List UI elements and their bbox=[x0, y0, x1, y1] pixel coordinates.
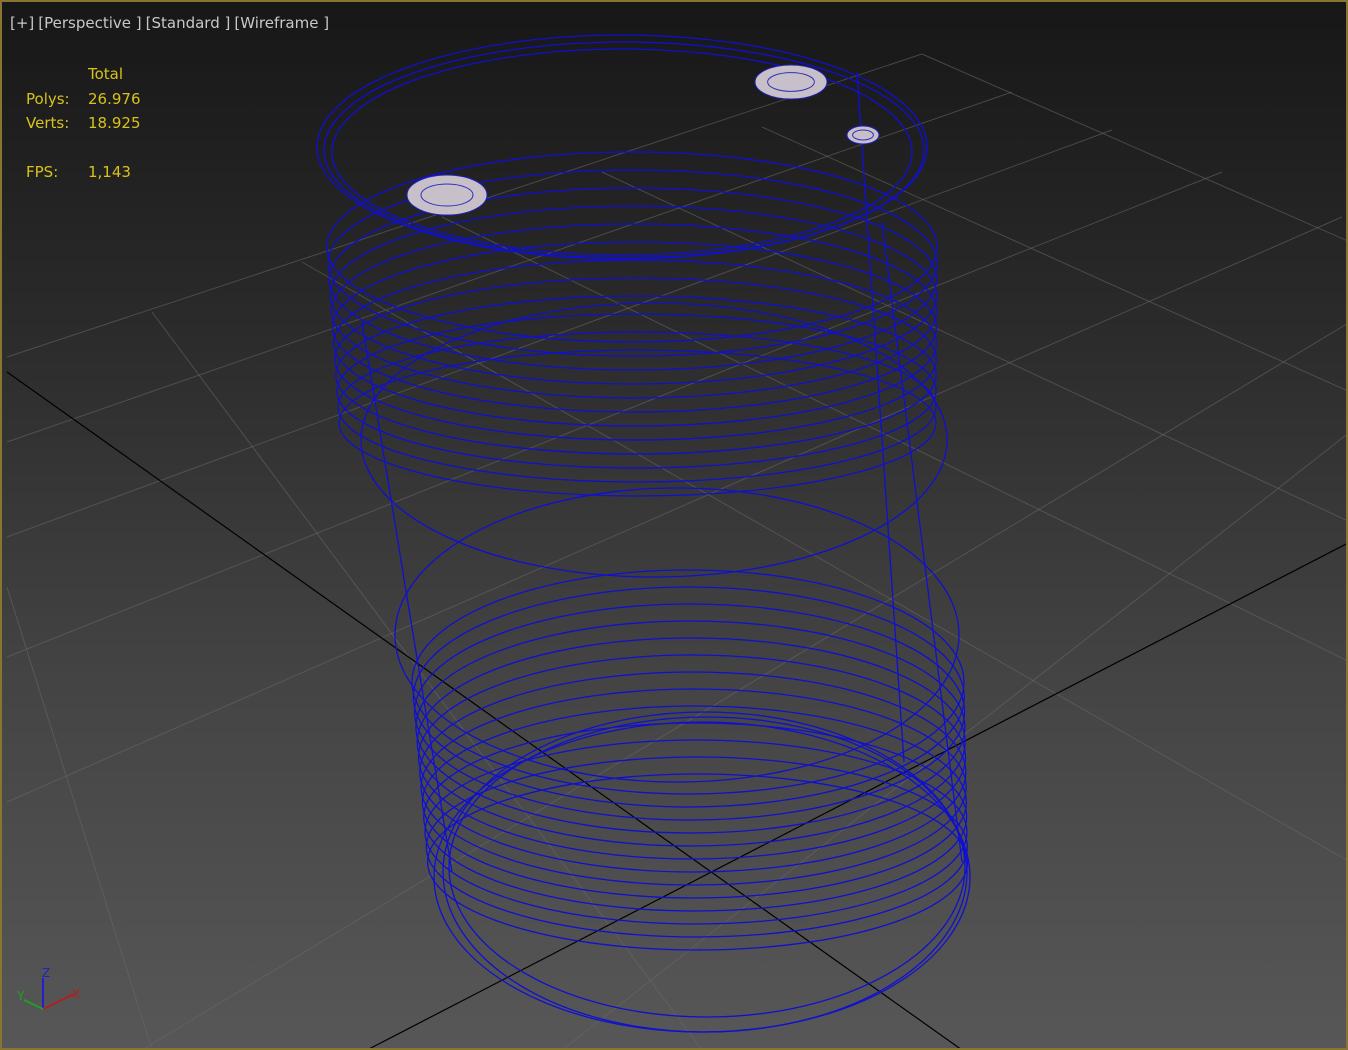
wire-ring bbox=[331, 241, 938, 413]
fps-label: FPS: bbox=[26, 162, 59, 181]
wire-ring bbox=[328, 187, 938, 371]
verts-value: 18.925 bbox=[88, 114, 141, 132]
bung-cap bbox=[406, 174, 488, 216]
wire-ring bbox=[323, 41, 925, 259]
grid-line bbox=[921, 53, 1346, 241]
bung-cap bbox=[754, 64, 828, 100]
bung-cap bbox=[846, 125, 880, 145]
statistics-overlay: Total Polys: 26.976 Verts: 18.925 FPS: 1,14… bbox=[26, 62, 141, 184]
perspective-viewport[interactable]: [+] [Perspective ] [Standard ] [Wireframe ]… bbox=[0, 0, 1348, 1050]
wire-ring bbox=[415, 620, 966, 834]
wire-ring bbox=[332, 259, 938, 427]
wire-ring bbox=[416, 637, 966, 847]
wire-ring bbox=[419, 671, 967, 873]
gizmo-z-label: Z bbox=[42, 966, 50, 980]
grid-line bbox=[761, 126, 1346, 391]
grid-line bbox=[151, 311, 702, 1048]
grid-line bbox=[6, 171, 1223, 658]
barrel-caps bbox=[406, 64, 880, 216]
world-axis-line bbox=[369, 543, 1346, 1048]
grid-line bbox=[301, 261, 1346, 861]
verts-label: Verts: bbox=[26, 114, 70, 132]
gizmo-x-label: X bbox=[72, 987, 80, 1001]
wire-edge bbox=[856, 71, 905, 763]
stats-header: Total bbox=[88, 65, 124, 83]
world-axis-line bbox=[6, 371, 961, 1048]
gizmo-y-label: Y bbox=[16, 989, 25, 1003]
polys-label: Polys: bbox=[26, 89, 70, 108]
viewport-scene[interactable] bbox=[2, 2, 1348, 1050]
wire-ring bbox=[420, 688, 967, 886]
grid-line bbox=[601, 171, 1346, 521]
view-type-button[interactable]: [Perspective ] bbox=[38, 14, 141, 32]
wire-edge bbox=[361, 321, 453, 873]
fps-value: 1,143 bbox=[88, 162, 131, 181]
axis-gizmo-icon: Z X Y bbox=[16, 966, 80, 1010]
wire-ring bbox=[337, 331, 937, 483]
wire-ring bbox=[425, 756, 968, 938]
viewport-labels: [+] [Perspective ] [Standard ] [Wireframe ] bbox=[10, 14, 333, 32]
polys-value: 26.976 bbox=[88, 89, 141, 108]
grid-line bbox=[6, 216, 1343, 803]
ground-grid bbox=[6, 53, 1346, 1048]
wire-ring bbox=[448, 716, 966, 1018]
shading-type-button[interactable]: [Standard ] bbox=[146, 14, 231, 32]
wire-ring bbox=[335, 295, 937, 455]
display-mode-button[interactable]: [Wireframe ] bbox=[234, 14, 329, 32]
wire-ring bbox=[394, 487, 960, 783]
wire-ring bbox=[338, 349, 937, 497]
grid-line bbox=[144, 323, 1346, 1048]
viewport-menu-button[interactable]: [+] bbox=[10, 14, 34, 32]
